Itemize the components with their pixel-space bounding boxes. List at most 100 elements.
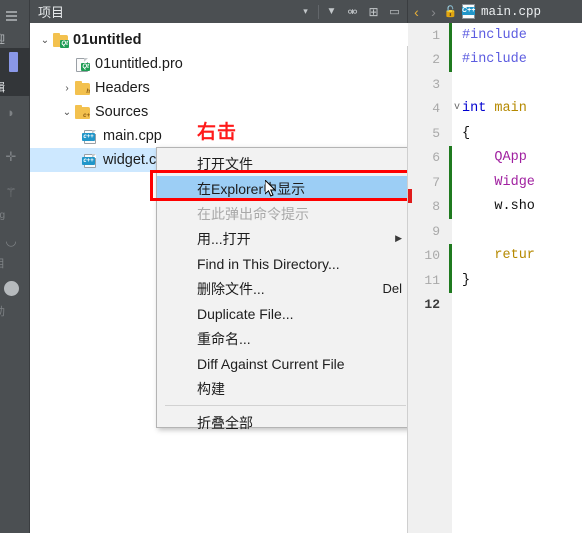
menu-item-label: Diff Against Current File (197, 355, 345, 372)
menu-item-label: 重命名... (197, 330, 251, 347)
code-line: 9 (408, 219, 582, 244)
tree-item-01untitled[interactable]: ⌄ Qt 01untitled (30, 28, 408, 52)
chevron-down-icon[interactable]: ▾ (295, 1, 316, 22)
menu-item-label: 构建 (197, 380, 225, 397)
menu-item-show-in-explorer[interactable]: 在Explorer中显示 (157, 176, 414, 201)
menu-separator (165, 405, 406, 406)
cpp-badge-label: C++ (462, 6, 476, 15)
mode-label-help: 助 (0, 306, 5, 318)
change-marker (449, 47, 452, 72)
tree-label: Sources (95, 104, 149, 120)
code-line: 11 } (408, 268, 582, 293)
menu-item-label: Duplicate File... (197, 305, 294, 322)
lock-open-icon[interactable]: 🔓 (442, 2, 459, 22)
change-marker (449, 170, 452, 195)
project-panel-header: 项目 ▾ ▼ ⚮ ⊞ ▭ (30, 0, 408, 23)
menu-item-duplicate-file[interactable]: Duplicate File... (157, 301, 414, 326)
header-divider (318, 4, 319, 19)
tree-item-01untitled-pro[interactable]: Qt 01untitled.pro (30, 52, 408, 76)
line-number: 9 (432, 223, 440, 239)
fold-chevron-icon[interactable]: v (454, 102, 460, 113)
change-marker (449, 243, 452, 268)
menu-item-label: 删除文件... (197, 280, 265, 297)
mouse-cursor-icon (265, 180, 277, 197)
navigate-forward-icon[interactable]: › (425, 2, 442, 22)
line-number: 2 (432, 52, 440, 68)
design-icon: ◗ (7, 104, 15, 120)
mode-label-debug: ug (0, 210, 6, 221)
line-number: 4 (432, 101, 440, 117)
code-editor-panel: ‹ › 🔓 C++ main.cpp 1 #include 2 #include… (407, 0, 582, 533)
menu-item-open-file[interactable]: 打开文件 (157, 151, 414, 176)
chevron-right-icon: ▶ (395, 233, 402, 243)
change-marker (449, 145, 452, 170)
error-marker (408, 189, 412, 203)
menu-item-diff-against-current-file[interactable]: Diff Against Current File (157, 351, 414, 376)
menu-item-collapse-all[interactable]: 折叠全部 (157, 410, 414, 435)
menu-item-open-command-prompt: 在此弹出命令提示 (157, 201, 414, 226)
file-cpp-icon: c++ (82, 153, 99, 168)
split-add-icon[interactable]: ⊞ (363, 1, 384, 22)
code-text: Widge (462, 174, 535, 190)
navigate-back-icon[interactable]: ‹ (408, 2, 425, 22)
link-icon[interactable]: ⚮ (342, 1, 363, 22)
code-text: QApp (462, 150, 527, 166)
tree-label: 01untitled (73, 32, 142, 48)
minimize-icon[interactable]: ▭ (384, 1, 405, 22)
tree-label: main.cpp (103, 128, 162, 144)
menu-item-rename[interactable]: 重命名... (157, 326, 414, 351)
menu-item-label: 在此弹出命令提示 (197, 205, 309, 222)
file-cpp-icon: c++ (82, 129, 99, 144)
chevron-right-icon[interactable]: › (60, 83, 74, 94)
projects-icon: ◡ (5, 232, 17, 248)
mode-item-edit[interactable]: 辑 (0, 48, 30, 96)
menu-item-label: 打开文件 (197, 155, 253, 172)
menu-item-label: 折叠全部 (197, 414, 253, 431)
edit-icon (9, 52, 18, 72)
menu-item-delete-file[interactable]: 删除文件... Del (157, 276, 414, 301)
chevron-down-icon[interactable]: ⌄ (38, 35, 52, 46)
code-text: retur (462, 248, 535, 264)
folder-cpp-icon: c+ (74, 104, 91, 120)
menu-item-label: Find in This Directory... (197, 255, 340, 272)
mode-label-edit: 辑 (0, 82, 5, 94)
mode-item-help[interactable]: 助 (0, 272, 30, 320)
tree-item-headers[interactable]: › h Headers (30, 76, 408, 100)
line-number: 8 (432, 199, 440, 215)
mode-item-debug[interactable]: ⚚ ug (0, 176, 30, 224)
code-text: { (462, 125, 471, 141)
code-line: 7 Widge (408, 170, 582, 195)
plus-icon: ✛ (5, 148, 17, 164)
cpp-file-icon: C++ (462, 3, 477, 20)
line-number: 6 (432, 150, 440, 166)
editor-body[interactable]: 1 #include 2 #include 3 4 v int main 5 {… (407, 23, 582, 533)
change-marker (449, 23, 452, 48)
code-line: 8 w.sho (408, 194, 582, 219)
code-line: 5 { (408, 121, 582, 146)
code-text: w.sho (462, 199, 535, 215)
mode-item-add[interactable]: ✛ (0, 144, 30, 176)
right-click-annotation: 右击 (197, 121, 238, 143)
menu-item-find-in-this-directory[interactable]: Find in This Directory... (157, 251, 414, 276)
chevron-down-icon[interactable]: ⌄ (60, 107, 74, 118)
editor-tab-bar: ‹ › 🔓 C++ main.cpp (408, 0, 582, 23)
mode-item-design[interactable]: ◗ (0, 96, 30, 144)
mode-label-welcome: 迎 (0, 34, 5, 46)
code-line: 12 (408, 293, 582, 318)
mode-item-projects[interactable]: ◡ 目 (0, 224, 30, 272)
menu-item-build[interactable]: 构建 (157, 376, 414, 401)
mode-item-welcome[interactable]: 迎 (0, 0, 30, 48)
code-text: } (462, 272, 471, 288)
menu-item-open-with[interactable]: 用...打开 ▶ (157, 226, 414, 251)
code-line: 2 #include (408, 47, 582, 72)
editor-tab-main-cpp[interactable]: main.cpp (481, 5, 541, 19)
help-icon (1, 278, 21, 298)
filter-icon[interactable]: ▼ (321, 1, 342, 22)
debug-icon: ⚚ (5, 184, 17, 200)
mode-label-projects: 目 (0, 258, 5, 270)
line-number: 7 (432, 174, 440, 190)
qt-creator-window: 迎 辑 ◗ ✛ ⚚ ug ◡ 目 助 项目 ▾ (0, 0, 582, 533)
code-text: int main (462, 101, 527, 117)
menu-item-shortcut: Del (382, 281, 402, 296)
code-line: 10 retur (408, 243, 582, 268)
